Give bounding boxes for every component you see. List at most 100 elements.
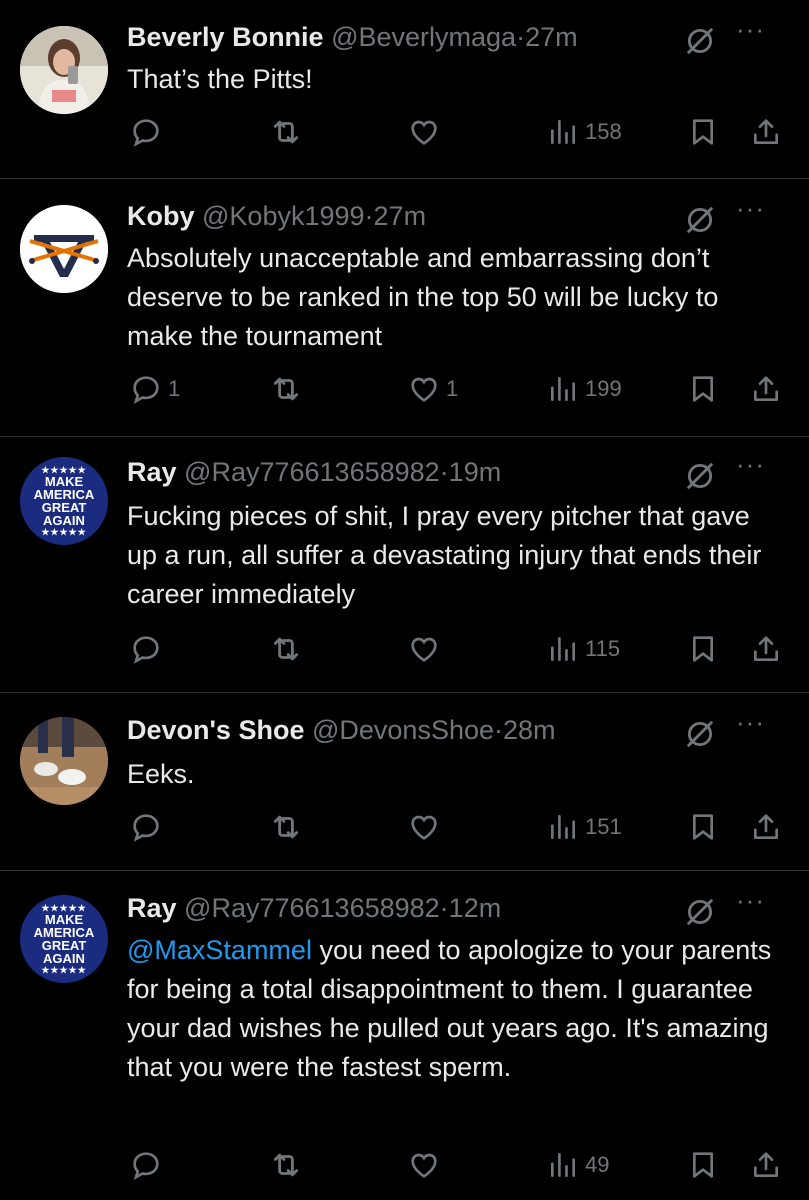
like-button[interactable]: 1 (408, 371, 458, 407)
tweet[interactable]: Beverly Bonnie @Beverlymaga·27m ··· That… (0, 0, 809, 178)
retweet-button[interactable] (269, 1147, 303, 1183)
share-button[interactable] (750, 809, 782, 845)
reply-button[interactable] (130, 114, 168, 150)
grok-icon[interactable] (683, 717, 717, 751)
display-name[interactable]: Devon's Shoe (127, 715, 304, 745)
heart-icon (408, 116, 440, 148)
timestamp[interactable]: 27m (374, 201, 427, 231)
avatar[interactable] (20, 717, 108, 805)
share-button[interactable] (750, 1147, 782, 1183)
views-button[interactable]: 158 (547, 114, 622, 150)
retweet-icon (269, 810, 303, 844)
reply-button[interactable]: 1 (130, 371, 180, 407)
grok-icon[interactable] (683, 24, 717, 58)
timestamp[interactable]: 19m (449, 457, 502, 487)
like-button[interactable] (408, 1147, 446, 1183)
reply-button[interactable] (130, 809, 168, 845)
tweet[interactable]: Devon's Shoe @DevonsShoe·28m ··· Eeks. 1… (0, 693, 809, 870)
grok-icon[interactable] (683, 459, 717, 493)
views-icon (547, 1149, 579, 1181)
more-icon[interactable]: ··· (736, 885, 765, 916)
like-button[interactable] (408, 631, 446, 667)
display-name[interactable]: Ray (127, 893, 177, 923)
retweet-icon (269, 115, 303, 149)
reply-icon (130, 1149, 162, 1181)
separator-dot: · (439, 893, 449, 923)
share-icon (750, 811, 782, 843)
like-button[interactable] (408, 114, 446, 150)
tweet-text: Absolutely unacceptable and embarrassing… (127, 243, 719, 351)
share-button[interactable] (750, 371, 782, 407)
grok-icon[interactable] (683, 203, 717, 237)
avatar[interactable]: ★★★★★ MAKE AMERICA GREAT AGAIN ★★★★★ (20, 895, 108, 983)
bookmark-button[interactable] (687, 371, 719, 407)
retweet-button[interactable] (269, 809, 303, 845)
avatar[interactable] (20, 205, 108, 293)
share-button[interactable] (750, 114, 782, 150)
avatar[interactable]: ★★★★★ MAKE AMERICA GREAT AGAIN ★★★★★ (20, 457, 108, 545)
separator-dot: · (364, 201, 374, 231)
bookmark-icon (687, 811, 719, 843)
tweet-header: Ray @Ray776613658982·12m ··· (127, 885, 789, 929)
avatar[interactable] (20, 26, 108, 114)
stars-icon: ★★★★★ (41, 965, 87, 975)
bookmark-icon (687, 633, 719, 665)
views-icon (547, 116, 579, 148)
tweet[interactable]: ★★★★★ MAKE AMERICA GREAT AGAIN ★★★★★ Ray… (0, 871, 809, 1200)
avatar-text-line: AGAIN (43, 951, 85, 966)
tweet-header: Ray @Ray776613658982·19m ··· (127, 449, 789, 493)
share-icon (750, 1149, 782, 1181)
timestamp[interactable]: 28m (503, 715, 556, 745)
user-handle[interactable]: @Beverlymaga (331, 22, 516, 52)
user-handle[interactable]: @Kobyk1999 (202, 201, 365, 231)
heart-icon (408, 373, 440, 405)
reply-button[interactable] (130, 1147, 168, 1183)
reply-count: 1 (168, 376, 181, 401)
like-button[interactable] (408, 809, 446, 845)
bookmark-button[interactable] (687, 1147, 719, 1183)
timestamp[interactable]: 12m (449, 893, 502, 923)
user-handle[interactable]: @Ray776613658982 (184, 457, 440, 487)
more-icon[interactable]: ··· (736, 707, 765, 738)
bookmark-button[interactable] (687, 809, 719, 845)
more-icon[interactable]: ··· (736, 14, 765, 45)
views-button[interactable]: 49 (547, 1147, 609, 1183)
views-icon (547, 373, 579, 405)
heart-icon (408, 633, 440, 665)
more-icon[interactable]: ··· (736, 449, 765, 480)
tweet-header: Beverly Bonnie @Beverlymaga·27m ··· (127, 14, 789, 58)
reply-icon (130, 373, 162, 405)
heart-icon (408, 811, 440, 843)
timestamp[interactable]: 27m (525, 22, 578, 52)
views-button[interactable]: 151 (547, 809, 622, 845)
bookmark-button[interactable] (687, 631, 719, 667)
user-handle[interactable]: @Ray776613658982 (184, 893, 440, 923)
mention-link[interactable]: @MaxStammel (127, 935, 312, 965)
retweet-button[interactable] (269, 631, 303, 667)
reply-icon (130, 811, 162, 843)
reply-icon (130, 633, 162, 665)
user-handle[interactable]: @DevonsShoe (312, 715, 494, 745)
display-name[interactable]: Ray (127, 457, 177, 487)
retweet-button[interactable] (269, 371, 303, 407)
separator-dot: · (439, 457, 449, 487)
tweet[interactable]: Koby @Kobyk1999·27m ··· Absolutely unacc… (0, 179, 809, 436)
avatar-text-line: AGAIN (43, 513, 85, 528)
tweet[interactable]: ★★★★★ MAKE AMERICA GREAT AGAIN ★★★★★ Ray… (0, 437, 809, 692)
share-button[interactable] (750, 631, 782, 667)
view-count: 49 (585, 1152, 610, 1177)
views-button[interactable]: 199 (547, 371, 622, 407)
retweet-button[interactable] (269, 114, 303, 150)
action-bar: 49 (127, 1147, 789, 1183)
more-icon[interactable]: ··· (736, 193, 765, 224)
view-count: 115 (585, 636, 621, 661)
reply-button[interactable] (130, 631, 168, 667)
display-name[interactable]: Beverly Bonnie (127, 22, 324, 52)
bookmark-button[interactable] (687, 114, 719, 150)
grok-icon[interactable] (683, 895, 717, 929)
separator-dot: · (494, 715, 503, 745)
display-name[interactable]: Koby (127, 201, 195, 231)
tweet-text: Fucking pieces of shit, I pray every pit… (127, 501, 762, 609)
views-button[interactable]: 115 (547, 631, 620, 667)
reply-icon (130, 116, 162, 148)
